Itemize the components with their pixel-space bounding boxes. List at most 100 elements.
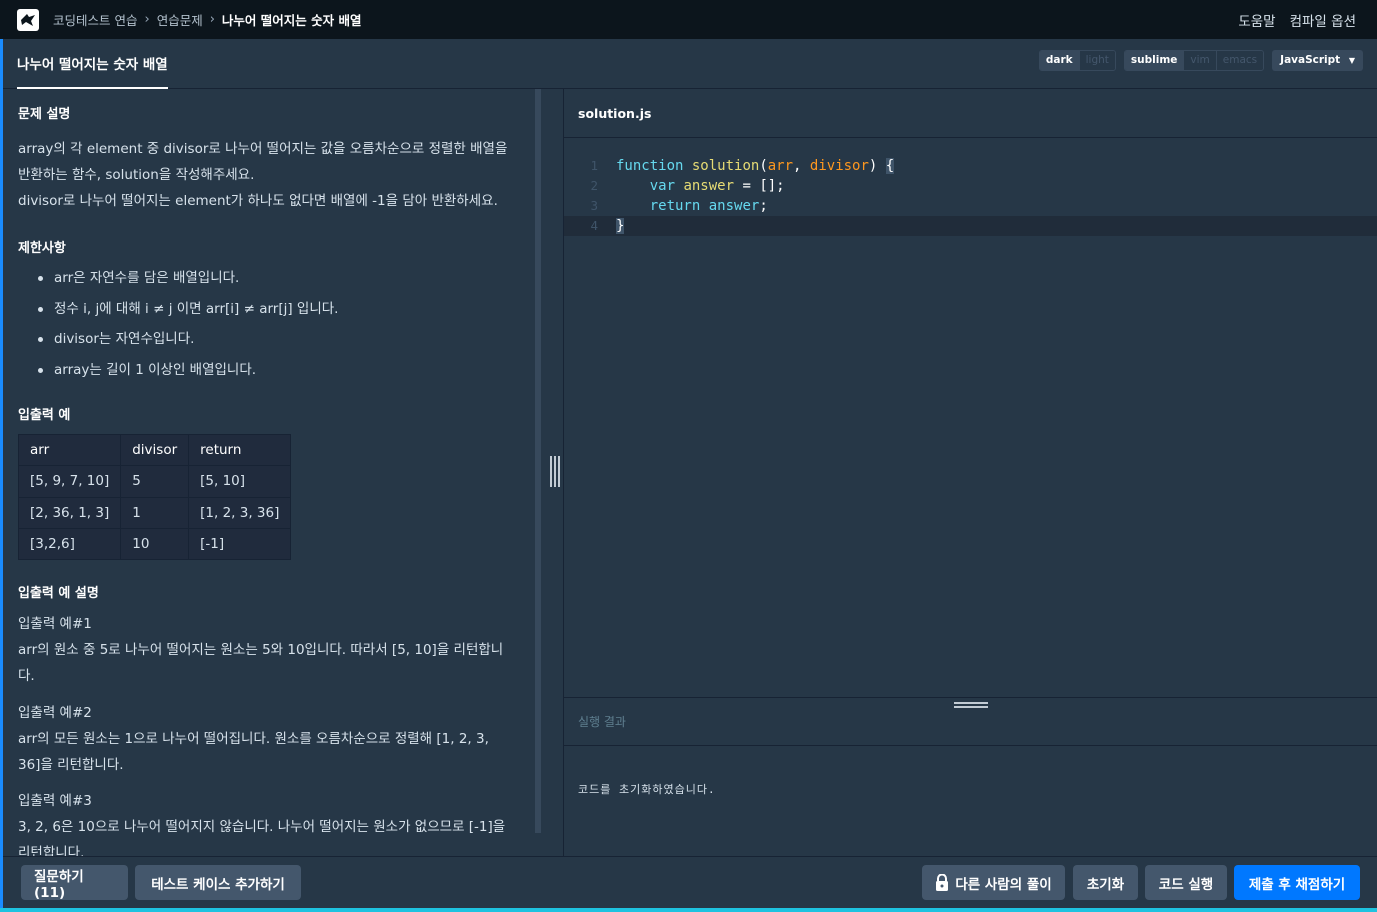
io-example-heading: 입출력 예 [18, 408, 71, 423]
table-cell: [2, 36, 1, 3] [17, 496, 122, 529]
table-cell: [5, 10] [188, 465, 292, 498]
code-line: 2 var answer = []; [564, 176, 1377, 196]
code-punct: ) [868, 158, 886, 174]
example-text: 다. [18, 668, 35, 684]
language-label: JavaScript [1280, 54, 1341, 66]
line-number: 2 [590, 178, 598, 193]
theme-toggle: dark light [1038, 50, 1116, 71]
code-punct: ; [759, 198, 768, 214]
ask-question-button[interactable]: 질문하기 (11) [21, 865, 128, 901]
breadcrumb-current: 나누어 떨어지는 숫자 배열 [221, 13, 362, 28]
code-line: 1 function solution(arr, divisor) { [564, 156, 1377, 176]
code-punct: ( [759, 158, 768, 174]
example-text: arr의 원소 중 5로 나누어 떨어지는 원소는 5와 10입니다. 따라서 … [18, 642, 504, 658]
bottom-accent-line [0, 908, 1377, 912]
example-text: arr의 모든 원소는 1으로 나누어 떨어집니다. 원소를 오름차순으로 정렬… [18, 731, 489, 747]
line-number: 4 [590, 218, 598, 233]
example-text: 3, 2, 6은 10으로 나누어 떨어지지 않습니다. 나누어 떨어지는 원소… [18, 819, 506, 835]
keymap-sublime-button[interactable]: sublime [1124, 51, 1185, 70]
language-select[interactable]: JavaScript ▼ [1272, 50, 1363, 71]
tab-lesson-title[interactable]: 나누어 떨어지는 숫자 배열 [17, 39, 168, 89]
footer-bar: 질문하기 (11) 테스트 케이스 추가하기 다른 사람의 풀이 초기화 코드 … [3, 856, 1377, 908]
table-cell: [5, 9, 7, 10] [17, 465, 122, 498]
caret-down-icon: ▼ [1348, 56, 1355, 65]
table-cell: 10 [120, 527, 190, 561]
code-function-name: solution [691, 158, 760, 174]
code-variable: answer [683, 178, 735, 194]
description-heading: 문제 설명 [18, 107, 71, 122]
io-explain-heading: 입출력 예 설명 [18, 586, 99, 601]
list-item: array는 길이 1 이상인 배열입니다. [38, 355, 338, 386]
example-text: 36]을 리턴합니다. [18, 757, 124, 773]
table-header: arr [17, 433, 122, 467]
keymap-toggle: sublime vim emacs [1123, 50, 1265, 71]
io-example-table: arr divisor return [5, 9, 7, 10] 5 [5, 1… [17, 433, 292, 561]
compile-options-link[interactable]: 컴파일 옵션 [1290, 10, 1356, 30]
code-keyword: function [616, 158, 684, 174]
others-solutions-button[interactable]: 다른 사람의 풀이 [922, 865, 1065, 900]
code-brace: } [616, 218, 625, 234]
code-param: arr [767, 158, 794, 174]
code-line-active: 4 } [564, 216, 1377, 236]
breadcrumb: 코딩테스트 연습 › 연습문제 › 나누어 떨어지는 숫자 배열 [53, 10, 361, 29]
table-cell: [-1] [188, 527, 292, 561]
breadcrumb-practice[interactable]: 연습문제 [157, 10, 203, 29]
tab-row: 나누어 떨어지는 숫자 배열 dark light sublime vim em… [3, 39, 1377, 89]
list-item: arr은 자연수를 담은 배열입니다. [38, 263, 338, 294]
example-text: 리턴합니다. [18, 845, 85, 856]
table-row: [2, 36, 1, 3] 1 [1, 2, 3, 36] [17, 496, 292, 529]
table-header-row: arr divisor return [17, 433, 292, 467]
keymap-vim-button[interactable]: vim [1184, 51, 1217, 70]
theme-dark-button[interactable]: dark [1039, 51, 1080, 70]
table-row: [5, 9, 7, 10] 5 [5, 10] [17, 465, 292, 498]
example-title: 입출력 예#3 [18, 793, 92, 809]
table-cell: 5 [120, 465, 190, 498]
code-punct: , [793, 158, 810, 174]
code-param: divisor [809, 158, 869, 174]
table-row: [3,2,6] 10 [-1] [17, 527, 292, 561]
code-brace: { [885, 158, 895, 174]
resize-handle-icon[interactable] [550, 456, 560, 487]
result-output: 코드를 초기화하였습니다. [578, 783, 716, 796]
keymap-emacs-button[interactable]: emacs [1216, 51, 1264, 70]
chevron-right-icon: › [144, 12, 150, 27]
description-text: divisor로 나누어 떨어지는 element가 하나도 없다면 배열에 -… [18, 193, 498, 209]
example-title: 입출력 예#2 [18, 705, 92, 721]
code-variable: answer [708, 198, 760, 214]
top-nav: 코딩테스트 연습 › 연습문제 › 나누어 떨어지는 숫자 배열 도움말 컴파일… [0, 0, 1377, 39]
reset-button[interactable]: 초기화 [1073, 865, 1138, 900]
code-keyword: return [649, 198, 701, 214]
breadcrumb-coding-test[interactable]: 코딩테스트 연습 [53, 10, 137, 29]
table-cell: 1 [120, 496, 190, 529]
description-text: array의 각 element 중 divisor로 나누어 떨어지는 값을 … [18, 141, 508, 157]
lock-icon [936, 874, 949, 891]
others-solutions-label: 다른 사람의 풀이 [955, 876, 1052, 893]
submit-button[interactable]: 제출 후 채점하기 [1234, 865, 1360, 900]
theme-light-button[interactable]: light [1079, 51, 1115, 70]
constraints-list: arr은 자연수를 담은 배열입니다. 정수 i, j에 대해 i ≠ j 이면… [18, 263, 338, 385]
editor-toggles: dark light sublime vim emacs JavaScript … [1038, 50, 1363, 71]
help-link[interactable]: 도움말 [1238, 10, 1275, 30]
table-header: return [188, 433, 292, 467]
table-header: divisor [120, 433, 190, 467]
run-code-button[interactable]: 코드 실행 [1145, 865, 1227, 900]
code-keyword: var [649, 178, 676, 194]
list-item: 정수 i, j에 대해 i ≠ j 이면 arr[i] ≠ arr[j] 입니다… [38, 294, 338, 325]
constraints-heading: 제한사항 [18, 241, 66, 256]
result-resize-handle-icon[interactable] [954, 702, 988, 710]
code-line: 3 return answer; [564, 196, 1377, 216]
line-number: 3 [590, 198, 598, 213]
line-number: 1 [590, 158, 598, 173]
table-cell: [1, 2, 3, 36] [188, 496, 292, 529]
code-punct: = []; [734, 178, 785, 194]
example-title: 입출력 예#1 [18, 616, 92, 632]
problem-panel[interactable]: 문제 설명 array의 각 element 중 divisor로 나누어 떨어… [3, 89, 535, 856]
chevron-right-icon: › [209, 12, 215, 27]
list-item: divisor는 자연수입니다. [38, 324, 338, 355]
editor-filename: solution.js [564, 89, 1377, 138]
code-editor[interactable]: 1 function solution(arr, divisor) { 2 va… [564, 138, 1377, 697]
add-test-case-button[interactable]: 테스트 케이스 추가하기 [135, 865, 301, 900]
logo-icon[interactable] [17, 8, 39, 31]
description-text: 반환하는 함수, solution을 작성해주세요. [18, 167, 255, 183]
table-cell: [3,2,6] [17, 527, 122, 561]
